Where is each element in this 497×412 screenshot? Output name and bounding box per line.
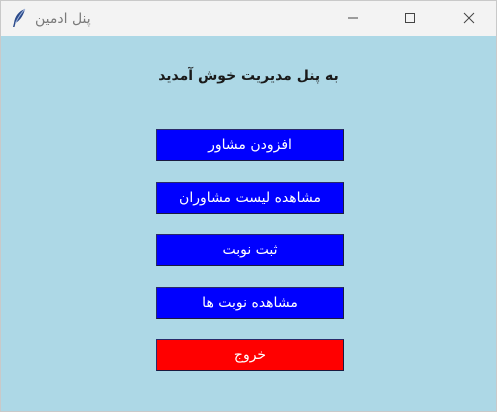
exit-button[interactable]: خروج	[156, 339, 344, 371]
page-title: به پنل مدیریت خوش آمدید	[158, 68, 339, 84]
minimize-icon	[347, 9, 359, 28]
view-consultants-list-button[interactable]: مشاهده لیست مشاوران	[156, 182, 344, 214]
maximize-icon	[404, 9, 416, 28]
window-title: پنل ادمین	[35, 11, 91, 27]
book-appointment-button[interactable]: ثبت نوبت	[156, 234, 344, 266]
add-consultant-button[interactable]: افزودن مشاور	[156, 129, 344, 161]
close-button[interactable]	[446, 1, 492, 36]
view-appointments-button[interactable]: مشاهده نوبت ها	[156, 287, 344, 319]
app-window: پنل ادمین به پنل مدیریت خوش آمدید افزودن…	[0, 0, 497, 412]
main-content: به پنل مدیریت خوش آمدید افزودن مشاور مشا…	[1, 36, 496, 411]
feather-icon	[10, 8, 28, 28]
close-icon	[463, 9, 475, 28]
maximize-button[interactable]	[387, 1, 433, 36]
title-bar[interactable]: پنل ادمین	[1, 1, 496, 36]
minimize-button[interactable]	[330, 1, 376, 36]
